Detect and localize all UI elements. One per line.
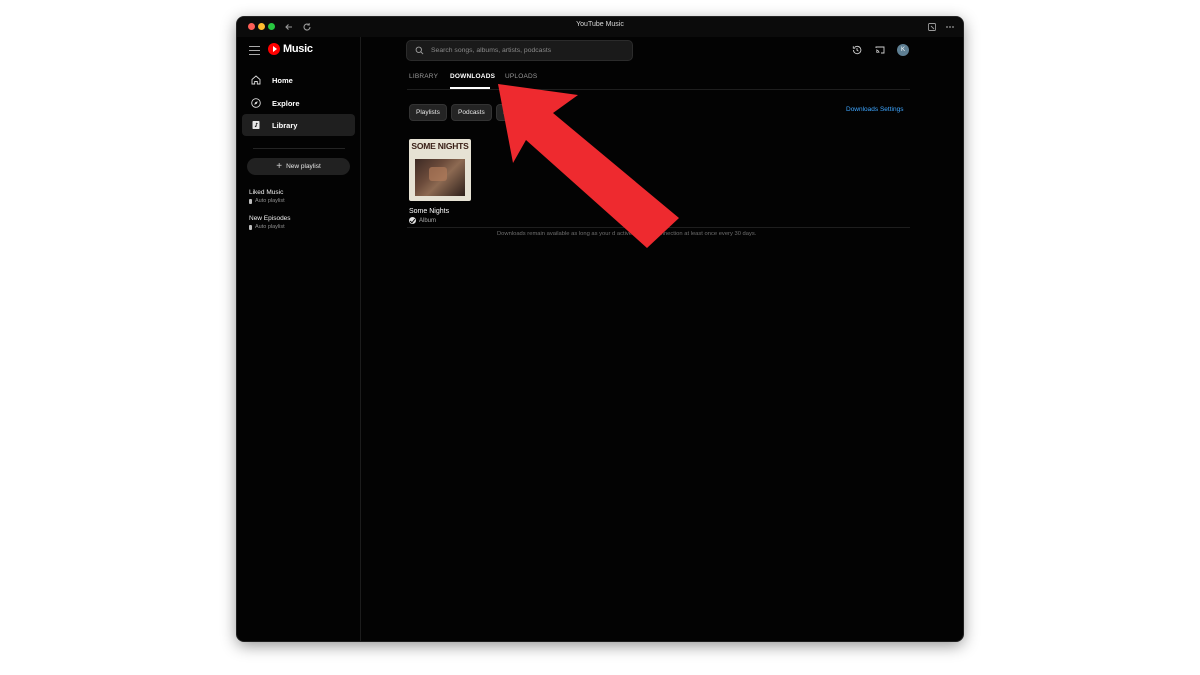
pin-icon	[249, 224, 252, 230]
new-playlist-button[interactable]: + New playlist	[247, 158, 350, 175]
downloaded-check-icon	[409, 217, 416, 224]
picture-in-picture-icon[interactable]	[925, 20, 939, 34]
sidebar-divider	[253, 148, 345, 149]
tab-uploads[interactable]: UPLOADS	[505, 73, 537, 80]
library-icon	[252, 121, 260, 129]
search-input[interactable]: Search songs, albums, artists, podcasts	[406, 40, 633, 61]
more-options-icon[interactable]	[943, 20, 957, 34]
menu-icon[interactable]	[249, 46, 260, 55]
sidebar-item-label: Explore	[272, 98, 300, 108]
tab-library[interactable]: LIBRARY	[409, 73, 438, 80]
playlist-subtitle-row: Auto playlist	[249, 197, 349, 205]
filter-chip-podcasts[interactable]: Podcasts	[451, 104, 492, 121]
sidebar-item-explore[interactable]: Explore	[242, 92, 355, 114]
avatar[interactable]: K	[897, 44, 909, 56]
sidebar-item-label: Library	[272, 120, 298, 130]
album-title[interactable]: Some Nights	[409, 208, 449, 215]
plus-icon: +	[276, 160, 283, 172]
playlist-item-new-episodes[interactable]: New Episodes Auto playlist	[249, 214, 349, 231]
filter-chip-songs[interactable]: S	[496, 104, 515, 121]
album-art-title: SOME NIGHTS	[411, 141, 469, 151]
logo-text: Music	[283, 43, 313, 55]
downloads-settings-link[interactable]: Downloads Settings	[846, 106, 903, 113]
playlist-subtitle: Auto playlist	[255, 198, 285, 204]
youtube-music-logo[interactable]: Music	[268, 43, 313, 55]
playlist-item-liked-music[interactable]: Liked Music Auto playlist	[249, 188, 349, 205]
sidebar-item-label: Home	[272, 75, 293, 85]
playlist-title: Liked Music	[249, 189, 284, 196]
album-subtitle: Album	[419, 217, 437, 224]
sidebar-item-library[interactable]: Library	[242, 114, 355, 136]
new-playlist-label: New playlist	[286, 163, 321, 170]
sidebar-item-home[interactable]: Home	[242, 69, 355, 91]
app-window: YouTube Music Music Home Explore Library…	[237, 17, 963, 641]
search-placeholder: Search songs, albums, artists, podcasts	[431, 47, 552, 54]
playlist-subtitle-row: Auto playlist	[249, 223, 349, 231]
window-title: YouTube Music	[576, 21, 624, 28]
cast-icon[interactable]	[874, 43, 886, 55]
history-icon[interactable]	[851, 43, 863, 55]
downloads-notice: Downloads remain available as long as yo…	[497, 231, 757, 237]
filter-chip-playlists[interactable]: Playlists	[409, 104, 447, 121]
album-art[interactable]: SOME NIGHTS	[409, 139, 471, 201]
play-logo-icon	[268, 43, 280, 55]
album-subtitle-row: Album	[409, 217, 436, 224]
title-bar: YouTube Music	[237, 17, 963, 37]
playlist-title: New Episodes	[249, 215, 291, 222]
tab-downloads[interactable]: DOWNLOADS	[450, 73, 495, 80]
tabs-divider	[407, 89, 910, 90]
content-divider	[407, 227, 910, 228]
search-icon	[415, 46, 424, 55]
album-art-photo	[415, 159, 465, 196]
compass-icon	[251, 98, 261, 108]
playlist-subtitle: Auto playlist	[255, 224, 285, 230]
home-icon	[251, 75, 261, 85]
pin-icon	[249, 198, 252, 204]
